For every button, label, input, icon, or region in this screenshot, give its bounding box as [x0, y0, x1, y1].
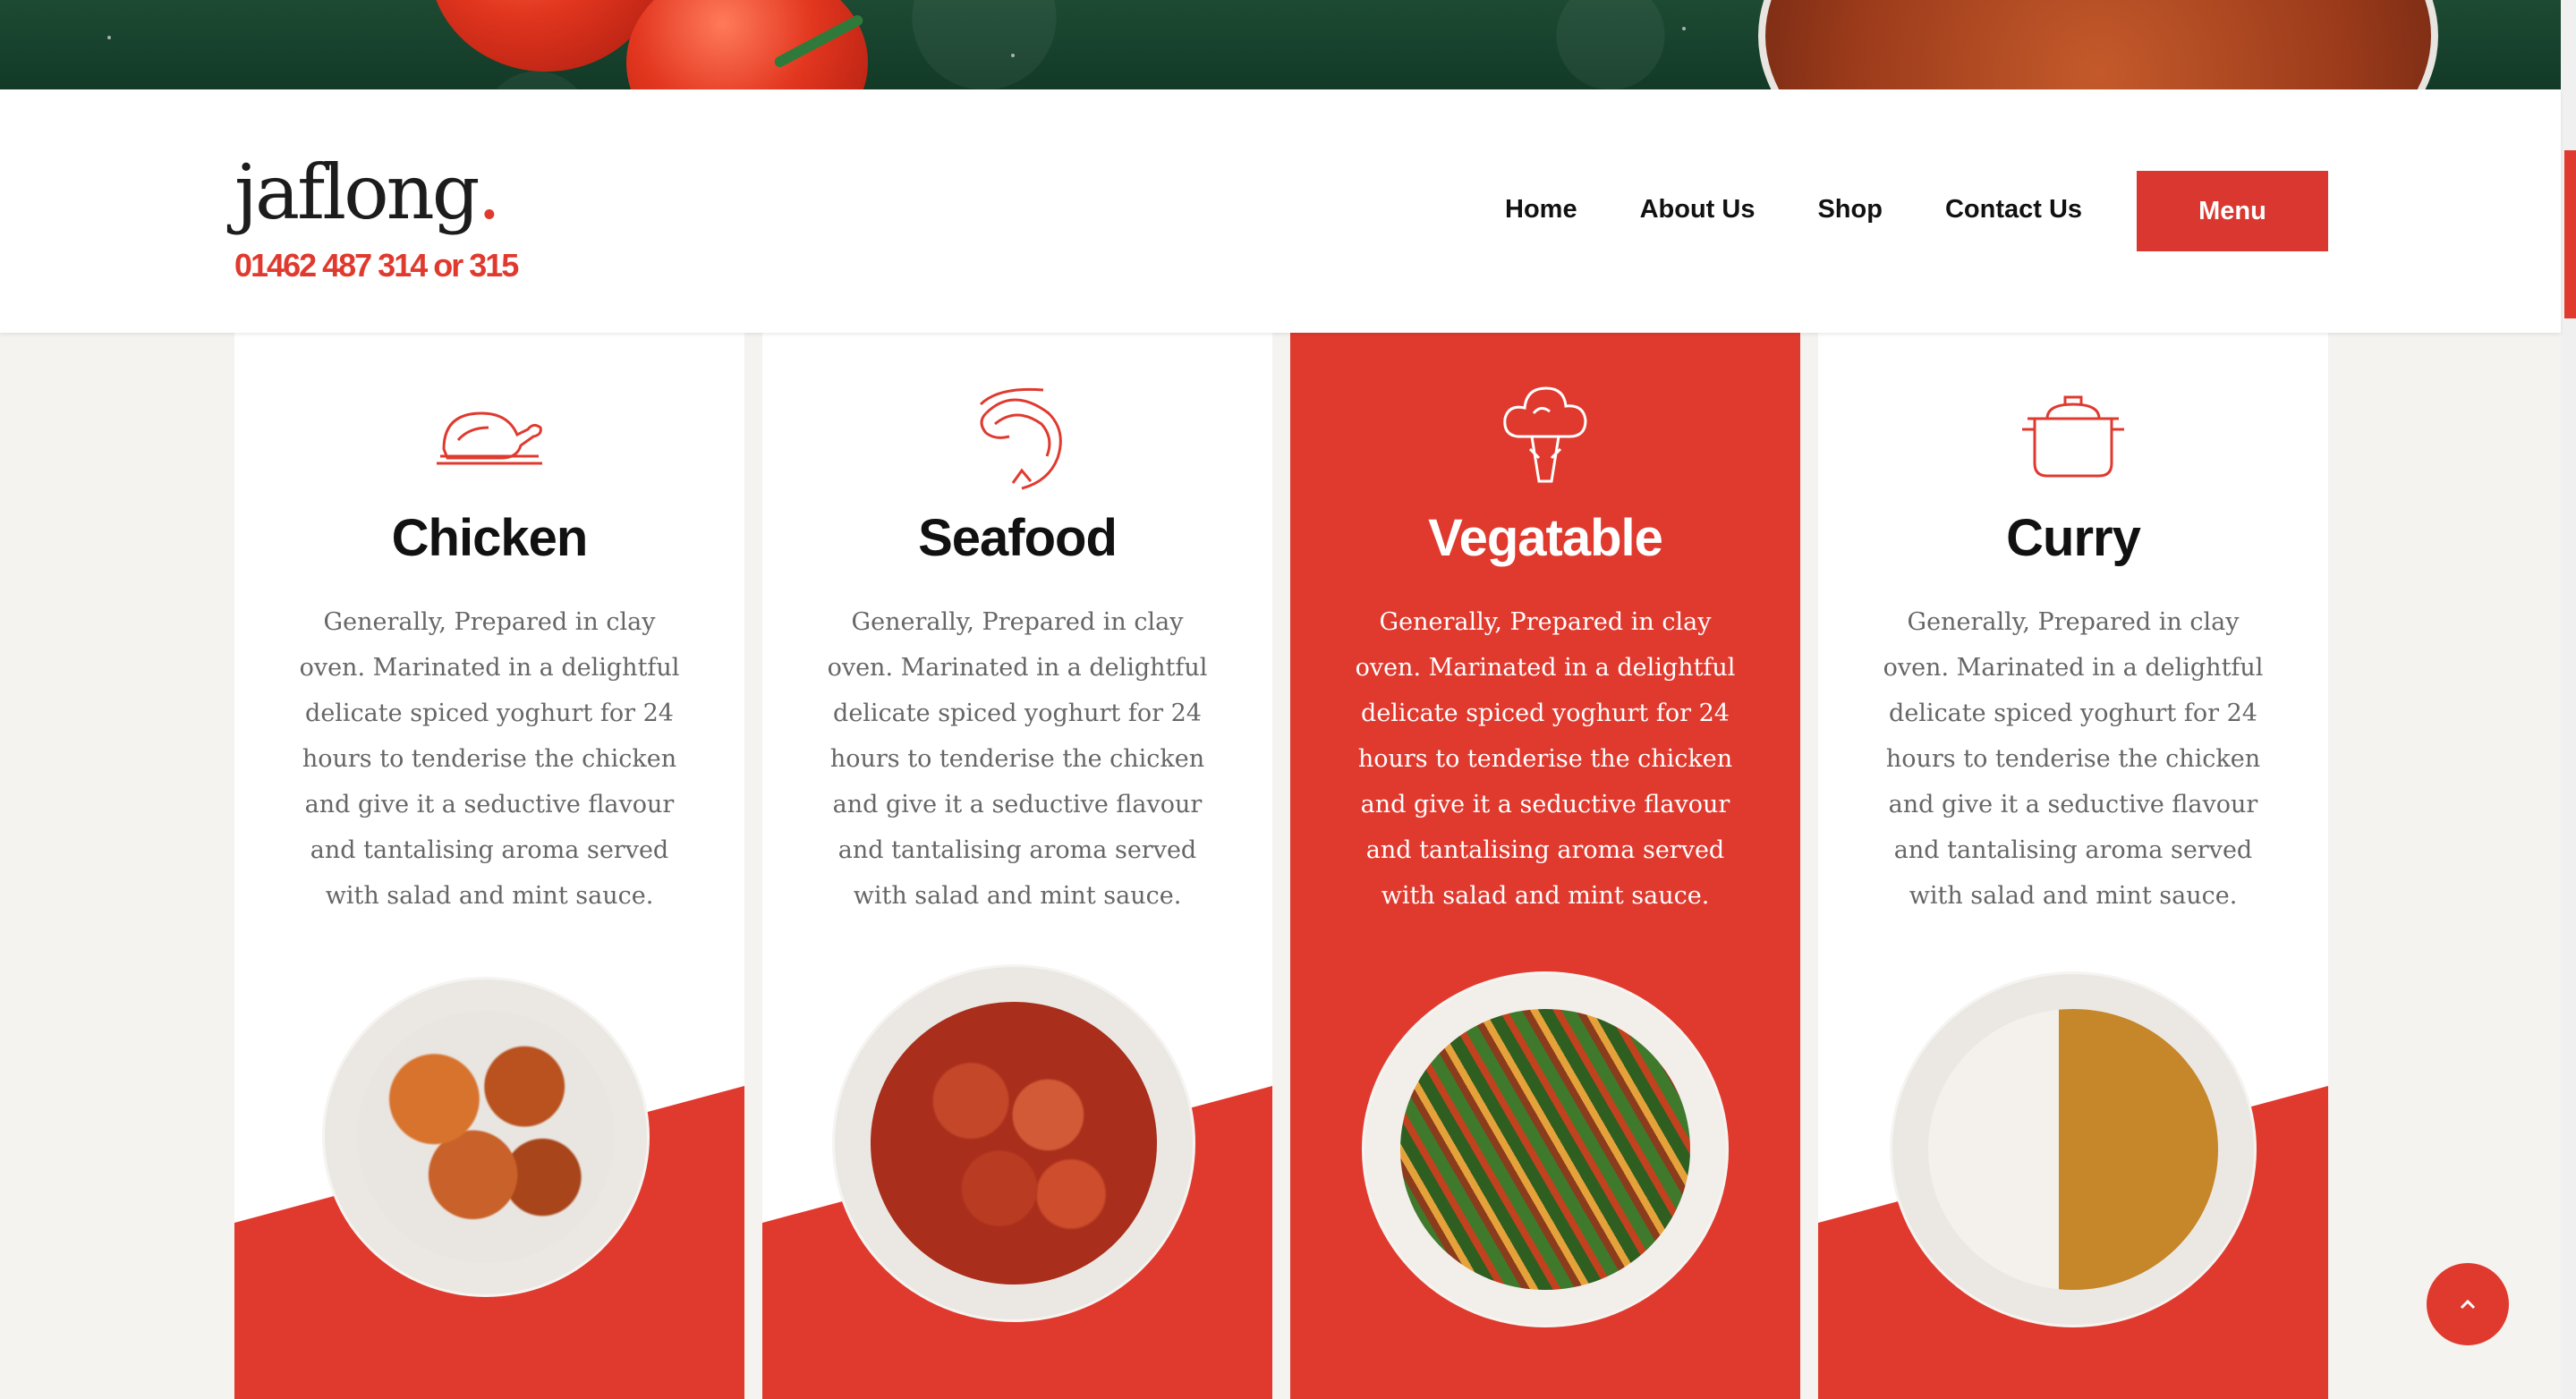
chevron-up-icon: [2460, 1299, 2476, 1310]
cooking-pot-icon: [2022, 395, 2124, 478]
back-to-top-button[interactable]: [2427, 1263, 2509, 1345]
main-nav: Home About Us Shop Contact Us: [1505, 195, 2145, 225]
site-header: jaflong. 01462 487 314 or 315 Home About…: [0, 89, 2561, 333]
vegetable-dish-image: [1362, 971, 1729, 1327]
category-card-chicken[interactable]: Chicken Generally, Prepared in clay oven…: [234, 333, 744, 1399]
card-title: Vegatable: [1428, 509, 1663, 567]
card-description: Generally, Prepared in clay oven. Marina…: [1883, 608, 2264, 910]
menu-button[interactable]: Menu: [2137, 171, 2328, 251]
category-card-seafood[interactable]: Seafood Generally, Prepared in clay oven…: [762, 333, 1272, 1399]
card-description: Generally, Prepared in clay oven. Marina…: [1355, 608, 1736, 910]
hero-banner-image: [0, 0, 2561, 89]
dish-image: [1758, 0, 2438, 89]
tomato-image: [626, 0, 868, 89]
card-description: Generally, Prepared in clay oven. Marina…: [299, 608, 680, 910]
broccoli-icon: [1503, 386, 1587, 483]
speck: [1011, 54, 1015, 57]
card-title: Curry: [2006, 509, 2141, 567]
card-description: Generally, Prepared in clay oven. Marina…: [827, 608, 1208, 910]
nav-about-us[interactable]: About Us: [1640, 195, 1756, 225]
nav-contact-us[interactable]: Contact Us: [1945, 195, 2082, 225]
scrollbar-thumb[interactable]: [2564, 150, 2576, 318]
roast-chicken-icon: [437, 411, 542, 465]
card-title: Seafood: [918, 509, 1118, 567]
curry-dish-image: [1890, 971, 2257, 1327]
category-card-vegatable[interactable]: Vegatable Generally, Prepared in clay ov…: [1290, 333, 1800, 1399]
site-logo[interactable]: jaflong.: [234, 148, 502, 236]
card-title: Chicken: [391, 509, 589, 567]
category-card-curry[interactable]: Curry Generally, Prepared in clay oven. …: [1818, 333, 2328, 1399]
phone-number[interactable]: 01462 487 314 or 315: [234, 247, 519, 284]
nav-home[interactable]: Home: [1505, 195, 1577, 225]
seafood-dish-image: [832, 964, 1195, 1322]
speck: [1682, 27, 1686, 30]
logo-dot: .: [477, 148, 502, 236]
chicken-dish-image: [322, 977, 650, 1297]
speck: [107, 36, 111, 39]
shrimp-icon: [979, 387, 1062, 490]
logo-text: jaflong: [234, 148, 480, 236]
nav-shop[interactable]: Shop: [1817, 195, 1883, 225]
